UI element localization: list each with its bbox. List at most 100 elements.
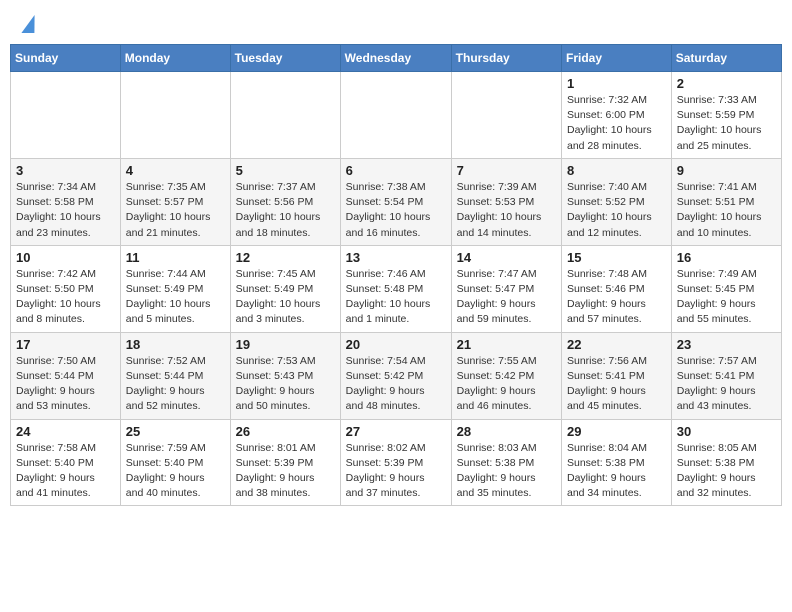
- calendar-cell: 28 Sunrise: 8:03 AMSunset: 5:38 PMDayligh…: [451, 419, 561, 506]
- day-info: Sunrise: 7:33 AMSunset: 5:59 PMDaylight:…: [677, 93, 776, 154]
- calendar-cell: 8 Sunrise: 7:40 AMSunset: 5:52 PMDaylight…: [562, 158, 672, 245]
- day-info: Sunrise: 7:53 AMSunset: 5:43 PMDaylight:…: [236, 354, 335, 415]
- day-info: Sunrise: 7:40 AMSunset: 5:52 PMDaylight:…: [567, 180, 666, 241]
- day-info: Sunrise: 8:02 AMSunset: 5:39 PMDaylight:…: [346, 441, 446, 502]
- calendar-cell: 26 Sunrise: 8:01 AMSunset: 5:39 PMDayligh…: [230, 419, 340, 506]
- day-number: 21: [457, 337, 556, 352]
- day-number: 23: [677, 337, 776, 352]
- day-number: 10: [16, 250, 115, 265]
- day-number: 15: [567, 250, 666, 265]
- day-number: 24: [16, 424, 115, 439]
- day-info: Sunrise: 7:35 AMSunset: 5:57 PMDaylight:…: [126, 180, 225, 241]
- day-number: 29: [567, 424, 666, 439]
- calendar-cell: 13 Sunrise: 7:46 AMSunset: 5:48 PMDayligh…: [340, 245, 451, 332]
- calendar-cell: 27 Sunrise: 8:02 AMSunset: 5:39 PMDayligh…: [340, 419, 451, 506]
- day-number: 6: [346, 163, 446, 178]
- day-info: Sunrise: 7:47 AMSunset: 5:47 PMDaylight:…: [457, 267, 556, 328]
- day-number: 7: [457, 163, 556, 178]
- calendar-cell: 12 Sunrise: 7:45 AMSunset: 5:49 PMDayligh…: [230, 245, 340, 332]
- day-info: Sunrise: 8:01 AMSunset: 5:39 PMDaylight:…: [236, 441, 335, 502]
- calendar-cell: [230, 72, 340, 159]
- day-number: 17: [16, 337, 115, 352]
- day-number: 22: [567, 337, 666, 352]
- day-info: Sunrise: 7:34 AMSunset: 5:58 PMDaylight:…: [16, 180, 115, 241]
- header-sunday: Sunday: [11, 45, 121, 72]
- day-info: Sunrise: 7:55 AMSunset: 5:42 PMDaylight:…: [457, 354, 556, 415]
- day-info: Sunrise: 8:03 AMSunset: 5:38 PMDaylight:…: [457, 441, 556, 502]
- day-number: 28: [457, 424, 556, 439]
- header-wednesday: Wednesday: [340, 45, 451, 72]
- day-number: 20: [346, 337, 446, 352]
- day-info: Sunrise: 7:39 AMSunset: 5:53 PMDaylight:…: [457, 180, 556, 241]
- calendar-cell: 15 Sunrise: 7:48 AMSunset: 5:46 PMDayligh…: [562, 245, 672, 332]
- week-row-2: 3 Sunrise: 7:34 AMSunset: 5:58 PMDaylight…: [11, 158, 782, 245]
- day-info: Sunrise: 7:38 AMSunset: 5:54 PMDaylight:…: [346, 180, 446, 241]
- calendar-cell: 20 Sunrise: 7:54 AMSunset: 5:42 PMDayligh…: [340, 332, 451, 419]
- day-number: 11: [126, 250, 225, 265]
- header-friday: Friday: [562, 45, 672, 72]
- week-row-3: 10 Sunrise: 7:42 AMSunset: 5:50 PMDayligh…: [11, 245, 782, 332]
- day-info: Sunrise: 8:05 AMSunset: 5:38 PMDaylight:…: [677, 441, 776, 502]
- calendar-cell: 9 Sunrise: 7:41 AMSunset: 5:51 PMDaylight…: [671, 158, 781, 245]
- day-info: Sunrise: 7:56 AMSunset: 5:41 PMDaylight:…: [567, 354, 666, 415]
- calendar-cell: 25Sunrise: 7:59 AMSunset: 5:40 PMDayligh…: [120, 419, 230, 506]
- calendar-cell: 19 Sunrise: 7:53 AMSunset: 5:43 PMDayligh…: [230, 332, 340, 419]
- day-info: Sunrise: 7:57 AMSunset: 5:41 PMDaylight:…: [677, 354, 776, 415]
- page-header: [10, 10, 782, 36]
- calendar-cell: [11, 72, 121, 159]
- calendar-cell: [340, 72, 451, 159]
- calendar-cell: 17Sunrise: 7:50 AMSunset: 5:44 PMDayligh…: [11, 332, 121, 419]
- calendar-cell: 29 Sunrise: 8:04 AMSunset: 5:38 PMDayligh…: [562, 419, 672, 506]
- logo-triangle-icon: [21, 15, 37, 33]
- day-info: Sunrise: 7:46 AMSunset: 5:48 PMDaylight:…: [346, 267, 446, 328]
- day-info: Sunrise: 7:37 AMSunset: 5:56 PMDaylight:…: [236, 180, 335, 241]
- day-number: 30: [677, 424, 776, 439]
- day-number: 3: [16, 163, 115, 178]
- calendar-cell: 10 Sunrise: 7:42 AMSunset: 5:50 PMDayligh…: [11, 245, 121, 332]
- calendar-cell: 4Sunrise: 7:35 AMSunset: 5:57 PMDaylight…: [120, 158, 230, 245]
- calendar-cell: 11 Sunrise: 7:44 AMSunset: 5:49 PMDayligh…: [120, 245, 230, 332]
- day-info: Sunrise: 8:04 AMSunset: 5:38 PMDaylight:…: [567, 441, 666, 502]
- day-info: Sunrise: 7:59 AMSunset: 5:40 PMDaylight:…: [126, 441, 225, 502]
- day-number: 18: [126, 337, 225, 352]
- day-number: 5: [236, 163, 335, 178]
- day-number: 1: [567, 76, 666, 91]
- calendar-cell: 2 Sunrise: 7:33 AMSunset: 5:59 PMDaylight…: [671, 72, 781, 159]
- header-thursday: Thursday: [451, 45, 561, 72]
- day-number: 13: [346, 250, 446, 265]
- calendar-cell: [451, 72, 561, 159]
- day-info: Sunrise: 7:49 AMSunset: 5:45 PMDaylight:…: [677, 267, 776, 328]
- calendar-cell: [120, 72, 230, 159]
- calendar-cell: 22 Sunrise: 7:56 AMSunset: 5:41 PMDayligh…: [562, 332, 672, 419]
- day-number: 9: [677, 163, 776, 178]
- day-info: Sunrise: 7:52 AMSunset: 5:44 PMDaylight:…: [126, 354, 225, 415]
- calendar-cell: 3 Sunrise: 7:34 AMSunset: 5:58 PMDaylight…: [11, 158, 121, 245]
- calendar-cell: 7 Sunrise: 7:39 AMSunset: 5:53 PMDaylight…: [451, 158, 561, 245]
- day-number: 8: [567, 163, 666, 178]
- calendar-cell: 14 Sunrise: 7:47 AMSunset: 5:47 PMDayligh…: [451, 245, 561, 332]
- header-tuesday: Tuesday: [230, 45, 340, 72]
- calendar-cell: 21 Sunrise: 7:55 AMSunset: 5:42 PMDayligh…: [451, 332, 561, 419]
- day-number: 26: [236, 424, 335, 439]
- day-info: Sunrise: 7:42 AMSunset: 5:50 PMDaylight:…: [16, 267, 115, 328]
- day-number: 2: [677, 76, 776, 91]
- header-saturday: Saturday: [671, 45, 781, 72]
- week-row-4: 17Sunrise: 7:50 AMSunset: 5:44 PMDayligh…: [11, 332, 782, 419]
- day-number: 19: [236, 337, 335, 352]
- day-info: Sunrise: 7:44 AMSunset: 5:49 PMDaylight:…: [126, 267, 225, 328]
- day-info: Sunrise: 7:41 AMSunset: 5:51 PMDaylight:…: [677, 180, 776, 241]
- week-row-1: 1 Sunrise: 7:32 AMSunset: 6:00 PMDaylight…: [11, 72, 782, 159]
- day-number: 12: [236, 250, 335, 265]
- day-number: 16: [677, 250, 776, 265]
- calendar-cell: 5 Sunrise: 7:37 AMSunset: 5:56 PMDaylight…: [230, 158, 340, 245]
- week-row-5: 24Sunrise: 7:58 AMSunset: 5:40 PMDayligh…: [11, 419, 782, 506]
- calendar-cell: 1 Sunrise: 7:32 AMSunset: 6:00 PMDaylight…: [562, 72, 672, 159]
- day-info: Sunrise: 7:54 AMSunset: 5:42 PMDaylight:…: [346, 354, 446, 415]
- day-number: 27: [346, 424, 446, 439]
- day-info: Sunrise: 7:32 AMSunset: 6:00 PMDaylight:…: [567, 93, 666, 154]
- day-info: Sunrise: 7:45 AMSunset: 5:49 PMDaylight:…: [236, 267, 335, 328]
- calendar-cell: 6 Sunrise: 7:38 AMSunset: 5:54 PMDaylight…: [340, 158, 451, 245]
- day-info: Sunrise: 7:48 AMSunset: 5:46 PMDaylight:…: [567, 267, 666, 328]
- calendar-cell: 16 Sunrise: 7:49 AMSunset: 5:45 PMDayligh…: [671, 245, 781, 332]
- day-number: 14: [457, 250, 556, 265]
